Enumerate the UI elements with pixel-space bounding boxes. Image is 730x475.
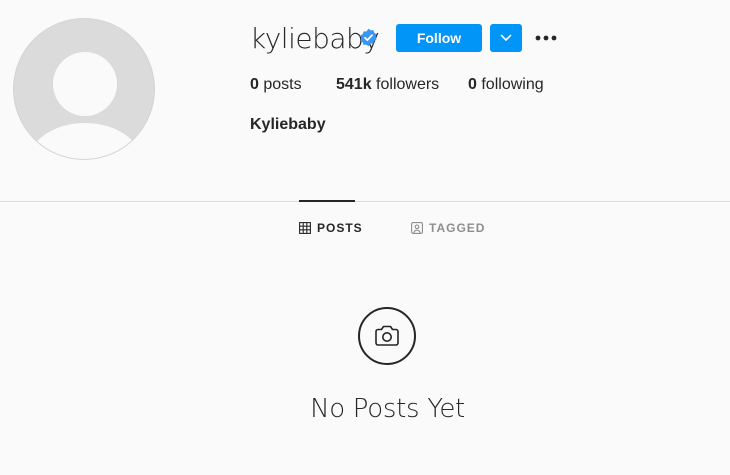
- active-tab-indicator: [299, 200, 355, 202]
- more-options-button[interactable]: [532, 27, 560, 49]
- grid-icon: [299, 222, 311, 234]
- follow-button[interactable]: Follow: [396, 24, 482, 52]
- empty-state-message: No Posts Yet: [310, 394, 465, 424]
- chevron-down-icon: [500, 34, 512, 41]
- posts-stat: 0 posts: [250, 75, 302, 95]
- following-count: 0: [468, 76, 477, 93]
- posts-count: 0: [250, 76, 259, 93]
- avatar[interactable]: [13, 18, 155, 160]
- tab-tagged-label: TAGGED: [429, 221, 486, 235]
- tab-posts[interactable]: POSTS: [299, 220, 363, 236]
- followers-count: 541k: [336, 76, 372, 93]
- suggested-dropdown-button[interactable]: [490, 24, 522, 52]
- empty-state-icon-circle: [358, 307, 416, 365]
- verified-badge-icon: [360, 28, 377, 47]
- tabs-divider: [0, 201, 730, 202]
- full-name: Kyliebaby: [250, 116, 326, 133]
- followers-stat[interactable]: 541k followers: [336, 75, 439, 95]
- followers-label: followers: [376, 76, 440, 93]
- more-options-icon: [535, 35, 557, 41]
- following-label: following: [481, 76, 544, 93]
- tab-posts-label: POSTS: [317, 221, 363, 235]
- profile-page: kyliebaby Follow 0 posts 541k followers …: [0, 0, 730, 475]
- tab-tagged[interactable]: TAGGED: [411, 220, 485, 236]
- default-avatar-icon: [53, 52, 117, 116]
- default-avatar-body: [28, 123, 142, 159]
- tagged-icon: [411, 222, 423, 234]
- following-stat[interactable]: 0 following: [468, 75, 544, 95]
- posts-label: posts: [263, 76, 302, 93]
- camera-icon: [375, 325, 399, 346]
